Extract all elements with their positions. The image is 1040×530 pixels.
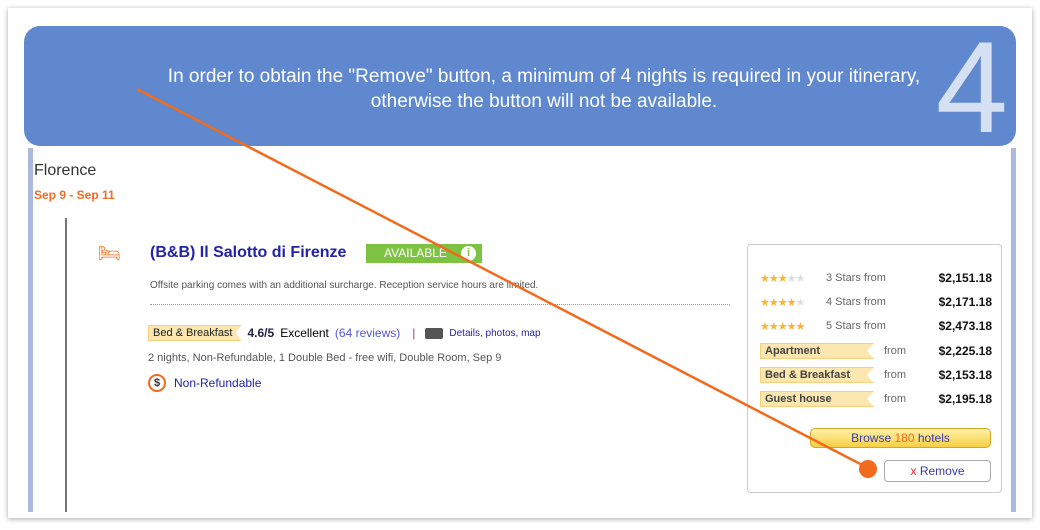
step-number: 4 — [935, 14, 1008, 160]
from-label: from — [884, 369, 906, 381]
type-tag: Bed & Breakfast — [760, 367, 874, 383]
remove-label: Remove — [919, 464, 965, 478]
from-label: from — [884, 345, 906, 357]
type-price: $2,153.18 — [938, 368, 992, 382]
type-row-apartment[interactable]: Apartment from $2,225.18 — [760, 340, 992, 362]
available-badge[interactable]: AVAILABLE i — [366, 244, 482, 263]
rating-score: 4.6/5 — [247, 326, 275, 340]
star-label: 4 Stars from — [826, 296, 886, 308]
remove-x-icon: x — [910, 464, 917, 478]
details-link[interactable]: Details, photos, map — [449, 328, 540, 339]
star-label: 5 Stars from — [826, 320, 886, 332]
info-icon[interactable]: i — [461, 246, 476, 261]
camera-icon — [425, 327, 444, 339]
hotel-note: Offsite parking comes with an additional… — [150, 280, 539, 291]
timeline-line — [65, 218, 67, 512]
star-label: 3 Stars from — [826, 272, 886, 284]
hotel-count: 180 — [894, 431, 915, 445]
five-stars-icon: ★★★★★ — [760, 320, 805, 333]
hotel-type-tag: Bed & Breakfast — [148, 325, 242, 341]
type-tag: Guest house — [760, 391, 874, 407]
three-stars-icon: ★★★★★ — [760, 272, 805, 285]
star-row-4[interactable]: ★★★★★ 4 Stars from $2,171.18 — [760, 291, 992, 313]
room-description: 2 nights, Non-Refundable, 1 Double Bed -… — [148, 352, 502, 364]
available-label: AVAILABLE — [384, 246, 447, 260]
stay-dates: Sep 9 - Sep 11 — [34, 188, 115, 202]
type-price: $2,225.18 — [938, 344, 992, 358]
remove-button[interactable]: x Remove — [884, 460, 991, 482]
no-refund-icon: $ — [148, 374, 166, 392]
type-row-bed-breakfast[interactable]: Bed & Breakfast from $2,153.18 — [760, 364, 992, 386]
browse-suffix: hotels — [917, 431, 950, 445]
separator: | — [412, 326, 416, 340]
star-row-3[interactable]: ★★★★★ 3 Stars from $2,151.18 — [760, 267, 992, 289]
star-row-5[interactable]: ★★★★★ 5 Stars from $2,473.18 — [760, 315, 992, 337]
type-tag: Apartment — [760, 343, 874, 359]
refund-policy-link[interactable]: Non-Refundable — [174, 376, 261, 390]
four-stars-icon: ★★★★★ — [760, 296, 805, 309]
instruction-banner: In order to obtain the "Remove" button, … — [24, 22, 1016, 152]
type-price: $2,195.18 — [938, 392, 992, 406]
browse-prefix: Browse — [851, 431, 892, 445]
price-sidebar: ★★★★★ 3 Stars from $2,151.18 ★★★★★ 4 Sta… — [747, 244, 1002, 493]
city-name: Florence — [34, 162, 97, 179]
star-price: $2,171.18 — [938, 295, 992, 309]
rating-text: Excellent — [280, 326, 329, 340]
star-price: $2,473.18 — [938, 319, 992, 333]
hotel-name-link[interactable]: (B&B) Il Salotto di Firenze — [150, 244, 346, 262]
bed-icon: 🛏 — [98, 243, 121, 263]
instruction-text: In order to obtain the "Remove" button, … — [167, 66, 921, 112]
reviews-link[interactable]: (64 reviews) — [335, 326, 400, 340]
from-label: from — [884, 393, 906, 405]
star-price: $2,151.18 — [938, 271, 992, 285]
hotel-rating-row: Bed & Breakfast 4.6/5 Excellent (64 revi… — [148, 325, 541, 341]
refund-policy: $ Non-Refundable — [148, 374, 261, 392]
type-row-guest-house[interactable]: Guest house from $2,195.18 — [760, 388, 992, 410]
divider — [150, 304, 730, 305]
browse-hotels-button[interactable]: Browse 180 hotels — [810, 428, 991, 448]
